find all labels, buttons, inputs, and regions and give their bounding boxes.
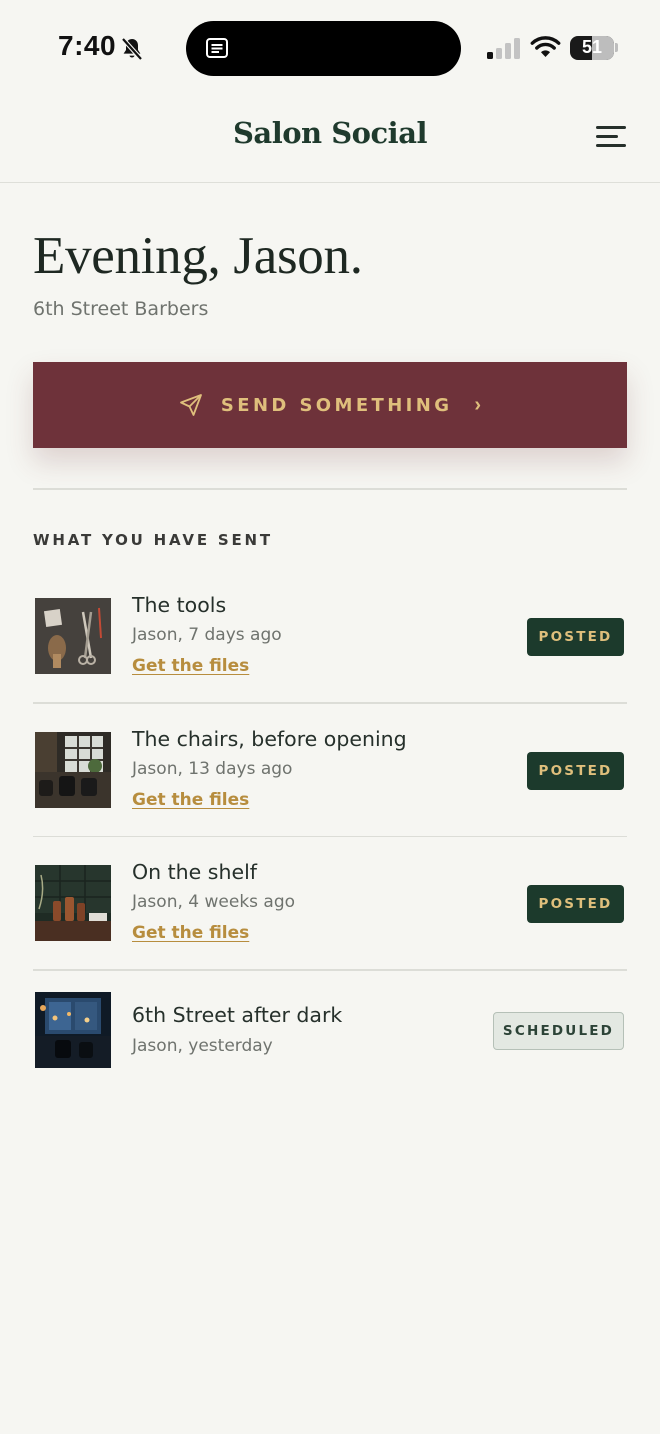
get-files-link[interactable]: Get the files [132,790,249,810]
post-title: The chairs, before opening [132,726,407,751]
thumbnail-shelf [35,865,111,941]
section-title: WHAT YOU HAVE SENT [33,531,273,549]
list-item[interactable]: The tools Jason, 7 days ago Get the file… [33,570,627,704]
post-title: On the shelf [132,860,258,884]
status-badge: POSTED [527,618,624,656]
brand-title[interactable]: Salon Social [0,116,660,150]
list-item[interactable]: 6th Street after dark Jason, yesterday S… [33,971,627,1105]
status-badge: SCHEDULED [493,1011,624,1050]
post-meta: Jason, 13 days ago [132,758,293,779]
post-title: The tools [132,593,227,617]
post-title: 6th Street after dark [132,1002,343,1027]
thumbnail-tools [35,598,111,674]
wifi-icon [530,36,561,57]
notes-icon [206,38,228,58]
status-bar: 7:40 51 [0,0,660,96]
post-meta: Jason, 4 weeks ago [132,892,296,912]
menu-bar-middle [596,135,618,138]
cellular-signal-icon [487,38,520,59]
get-files-link[interactable]: Get the files [132,656,249,676]
battery-terminal [615,43,618,52]
sent-list: The tools Jason, 7 days ago Get the file… [33,570,627,1104]
get-files-link[interactable]: Get the files [132,923,249,943]
list-item[interactable]: On the shelf Jason, 4 weeks ago Get the … [33,837,627,971]
battery-percent: 51 [581,37,603,57]
menu-bar-bottom [596,144,626,147]
chevron-right-icon: › [474,393,482,416]
greeting-headline: Evening, Jason. [33,227,363,285]
bell-slash-icon [121,37,143,61]
post-meta: Jason, yesterday [132,1035,273,1056]
shop-name: 6th Street Barbers [33,298,209,320]
list-item[interactable]: The chairs, before opening Jason, 13 day… [33,704,627,837]
send-something-label: SEND SOMETHING [220,394,453,416]
battery-icon: 51 [570,36,614,60]
menu-bar-top [596,126,626,129]
status-badge: POSTED [527,751,624,790]
app-header: Salon Social [0,96,660,183]
paper-plane-icon [180,394,202,416]
post-meta: Jason, 7 days ago [132,625,282,645]
hamburger-menu-icon[interactable] [594,124,628,150]
divider [33,488,627,490]
thumbnail-chairs [35,731,111,808]
status-badge: POSTED [527,885,624,923]
thumbnail-after-dark [35,991,111,1068]
send-something-button[interactable]: SEND SOMETHING › [33,362,627,448]
clock: 7:40 [58,30,117,61]
